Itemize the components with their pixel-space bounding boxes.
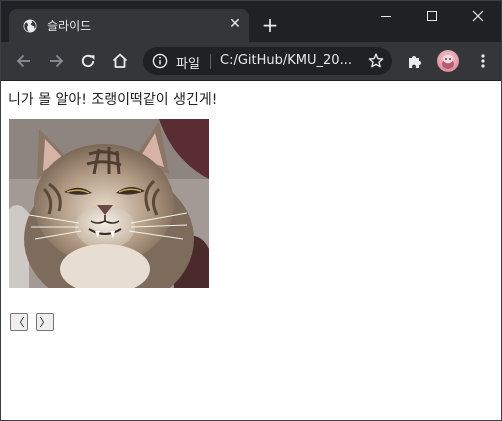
star-icon[interactable] bbox=[367, 52, 385, 70]
new-tab-button[interactable]: + bbox=[260, 15, 280, 35]
tab-strip: 슬라이드 ✕ + bbox=[1, 1, 501, 42]
page-content: 니가 몰 알아! 조랭이떡같이 생긴게! 〈 〉 bbox=[1, 81, 501, 420]
minimize-button[interactable] bbox=[363, 1, 409, 32]
minimize-icon bbox=[381, 16, 391, 17]
back-arrow-icon[interactable] bbox=[14, 51, 34, 71]
profile-avatar[interactable] bbox=[437, 50, 459, 72]
kebab-menu-icon[interactable] bbox=[474, 52, 492, 70]
maximize-button[interactable] bbox=[409, 1, 455, 32]
cat-photo bbox=[9, 119, 209, 288]
info-icon[interactable] bbox=[152, 53, 168, 69]
slide-image bbox=[9, 119, 209, 288]
close-icon bbox=[472, 10, 484, 22]
globe-icon bbox=[23, 18, 37, 33]
file-scheme-label: 파일 bbox=[176, 57, 200, 72]
forward-arrow-icon[interactable] bbox=[46, 51, 66, 71]
maximize-icon bbox=[427, 11, 437, 21]
tab-slide[interactable]: 슬라이드 ✕ bbox=[9, 9, 249, 42]
page-heading: 니가 몰 알아! 조랭이떡같이 생긴게! bbox=[8, 92, 218, 108]
tab-title: 슬라이드 bbox=[47, 19, 92, 33]
tab-close-icon[interactable]: ✕ bbox=[227, 16, 243, 32]
prev-slide-button[interactable]: 〈 bbox=[10, 313, 28, 331]
home-icon[interactable] bbox=[110, 51, 130, 71]
browser-window: 슬라이드 ✕ + 파일 C:/GitHub/KMU_20... 니가 몰 알아!… bbox=[0, 0, 502, 421]
omnibox-divider bbox=[210, 54, 211, 69]
browser-toolbar: 파일 C:/GitHub/KMU_20... bbox=[1, 42, 501, 81]
close-window-button[interactable] bbox=[455, 1, 501, 32]
url-text[interactable]: C:/GitHub/KMU_20... bbox=[220, 53, 360, 68]
reload-icon[interactable] bbox=[78, 51, 98, 71]
address-bar[interactable]: 파일 C:/GitHub/KMU_20... bbox=[143, 47, 392, 75]
puzzle-icon[interactable] bbox=[406, 52, 424, 70]
next-slide-button[interactable]: 〉 bbox=[36, 313, 54, 331]
